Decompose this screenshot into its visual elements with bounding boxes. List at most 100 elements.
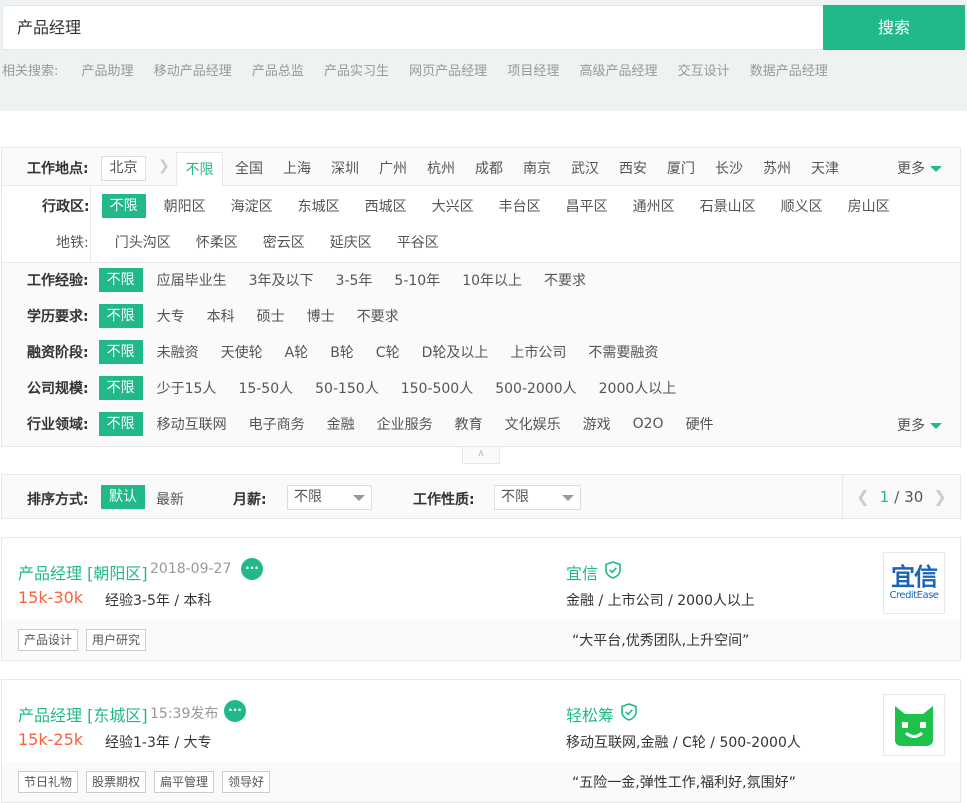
company-size-option[interactable]: 15-50人 (238, 378, 293, 398)
experience-option[interactable]: 5-10年 (394, 270, 440, 290)
education-option[interactable]: 硕士 (257, 306, 285, 326)
experience-option[interactable]: 10年以上 (462, 270, 522, 290)
company-logo[interactable] (883, 694, 945, 756)
current-city[interactable]: 北京 (101, 156, 146, 181)
district-option[interactable]: 大兴区 (432, 196, 474, 216)
district-option[interactable]: 西城区 (365, 196, 407, 216)
experience-option[interactable]: 应届毕业生 (157, 270, 227, 290)
district-option[interactable]: 丰台区 (499, 196, 541, 216)
funding-option[interactable]: 上市公司 (510, 342, 566, 362)
district-option-unlimited[interactable]: 不限 (101, 194, 146, 218)
company-size-option[interactable]: 500-2000人 (495, 378, 576, 398)
district-option[interactable]: 昌平区 (566, 196, 608, 216)
city-option[interactable]: 上海 (283, 158, 311, 178)
district-option[interactable]: 门头沟区 (115, 232, 171, 252)
city-option-unlimited[interactable]: 不限 (176, 152, 223, 187)
industry-option[interactable]: 移动互联网 (157, 414, 227, 434)
education-option[interactable]: 本科 (207, 306, 235, 326)
related-search-item[interactable]: 网页产品经理 (409, 64, 487, 79)
company-size-option[interactable]: 150-500人 (401, 378, 474, 398)
prev-page-icon[interactable]: ❮ (856, 487, 869, 506)
company-size-option[interactable]: 少于15人 (157, 378, 217, 398)
company-size-option[interactable]: 2000人以上 (599, 378, 677, 398)
related-search-item[interactable]: 数据产品经理 (750, 64, 828, 79)
related-search-item[interactable]: 高级产品经理 (579, 64, 657, 79)
district-option[interactable]: 房山区 (848, 196, 890, 216)
district-option[interactable]: 怀柔区 (196, 232, 238, 252)
funding-option[interactable]: 未融资 (157, 342, 199, 362)
district-option[interactable]: 延庆区 (330, 232, 372, 252)
city-option[interactable]: 南京 (523, 158, 551, 178)
sort-latest-option[interactable]: 最新 (156, 489, 184, 509)
education-option-unlimited[interactable]: 不限 (98, 304, 143, 328)
district-option[interactable]: 平谷区 (397, 232, 439, 252)
funding-option[interactable]: 天使轮 (221, 342, 263, 362)
related-search-item[interactable]: 产品总监 (252, 64, 304, 79)
next-page-icon[interactable]: ❯ (933, 487, 946, 506)
city-option[interactable]: 广州 (379, 158, 407, 178)
education-option[interactable]: 不要求 (357, 306, 399, 326)
city-option[interactable]: 武汉 (571, 158, 599, 178)
city-option[interactable]: 深圳 (331, 158, 359, 178)
city-option[interactable]: 天津 (811, 158, 839, 178)
industry-option[interactable]: 电子商务 (249, 414, 305, 434)
salary-select[interactable]: 不限 (287, 485, 372, 510)
district-option[interactable]: 通州区 (633, 196, 675, 216)
education-option[interactable]: 博士 (307, 306, 335, 326)
funding-option[interactable]: D轮及以上 (422, 342, 489, 362)
city-more-button[interactable]: 更多 (897, 158, 942, 178)
city-option[interactable]: 杭州 (427, 158, 455, 178)
education-option[interactable]: 大专 (157, 306, 185, 326)
job-title-link[interactable]: 产品经理 [东城区] (18, 702, 148, 726)
funding-option-unlimited[interactable]: 不限 (98, 340, 143, 364)
district-option[interactable]: 海淀区 (231, 196, 273, 216)
funding-option[interactable]: A轮 (285, 342, 309, 362)
job-nature-select[interactable]: 不限 (494, 485, 581, 510)
industry-option-unlimited[interactable]: 不限 (98, 412, 143, 436)
industry-more-button[interactable]: 更多 (897, 415, 942, 435)
city-option[interactable]: 苏州 (763, 158, 791, 178)
industry-option[interactable]: 企业服务 (377, 414, 433, 434)
collapse-filters-button[interactable]: ∧ (462, 447, 500, 464)
district-option[interactable]: 朝阳区 (164, 196, 206, 216)
search-button[interactable]: 搜索 (823, 5, 965, 50)
search-input[interactable]: 产品经理 (2, 5, 823, 50)
job-card[interactable]: 产品经理 [朝阳区] 2018-09-27 15k-30k 经验3-5年 / 本… (1, 537, 961, 661)
experience-option-unlimited[interactable]: 不限 (98, 268, 143, 292)
funding-option[interactable]: 不需要融资 (588, 342, 658, 362)
industry-option[interactable]: 金融 (327, 414, 355, 434)
industry-option[interactable]: O2O (633, 416, 664, 432)
district-option[interactable]: 顺义区 (781, 196, 823, 216)
related-search-item[interactable]: 项目经理 (507, 64, 559, 79)
city-option[interactable]: 成都 (475, 158, 503, 178)
industry-option[interactable]: 教育 (455, 414, 483, 434)
subway-label[interactable]: 地铁: (56, 232, 89, 252)
sort-default-option[interactable]: 默认 (101, 485, 145, 509)
district-option[interactable]: 密云区 (263, 232, 305, 252)
company-name-link[interactable]: 宜信 (566, 560, 598, 584)
district-option[interactable]: 东城区 (298, 196, 340, 216)
city-option[interactable]: 厦门 (667, 158, 695, 178)
related-search-item[interactable]: 产品实习生 (324, 64, 389, 79)
industry-option[interactable]: 文化娱乐 (505, 414, 561, 434)
chat-icon[interactable] (224, 700, 246, 722)
related-search-item[interactable]: 产品助理 (82, 64, 134, 79)
experience-option[interactable]: 不要求 (544, 270, 586, 290)
job-card[interactable]: 产品经理 [东城区] 15:39发布 15k-25k 经验1-3年 / 大专 轻… (1, 679, 961, 803)
related-search-item[interactable]: 移动产品经理 (154, 64, 232, 79)
industry-option[interactable]: 游戏 (583, 414, 611, 434)
industry-option[interactable]: 硬件 (686, 414, 714, 434)
company-name-link[interactable]: 轻松筹 (566, 702, 614, 726)
chat-icon[interactable] (241, 558, 263, 580)
city-option[interactable]: 西安 (619, 158, 647, 178)
job-title-link[interactable]: 产品经理 [朝阳区] (18, 560, 148, 584)
funding-option[interactable]: B轮 (330, 342, 354, 362)
city-option[interactable]: 长沙 (715, 158, 743, 178)
experience-option[interactable]: 3-5年 (336, 270, 373, 290)
experience-option[interactable]: 3年及以下 (249, 270, 314, 290)
funding-option[interactable]: C轮 (376, 342, 400, 362)
company-size-option-unlimited[interactable]: 不限 (98, 376, 143, 400)
related-search-item[interactable]: 交互设计 (678, 64, 730, 79)
company-logo[interactable]: 宜信 CreditEase (883, 552, 945, 614)
district-option[interactable]: 石景山区 (700, 196, 756, 216)
